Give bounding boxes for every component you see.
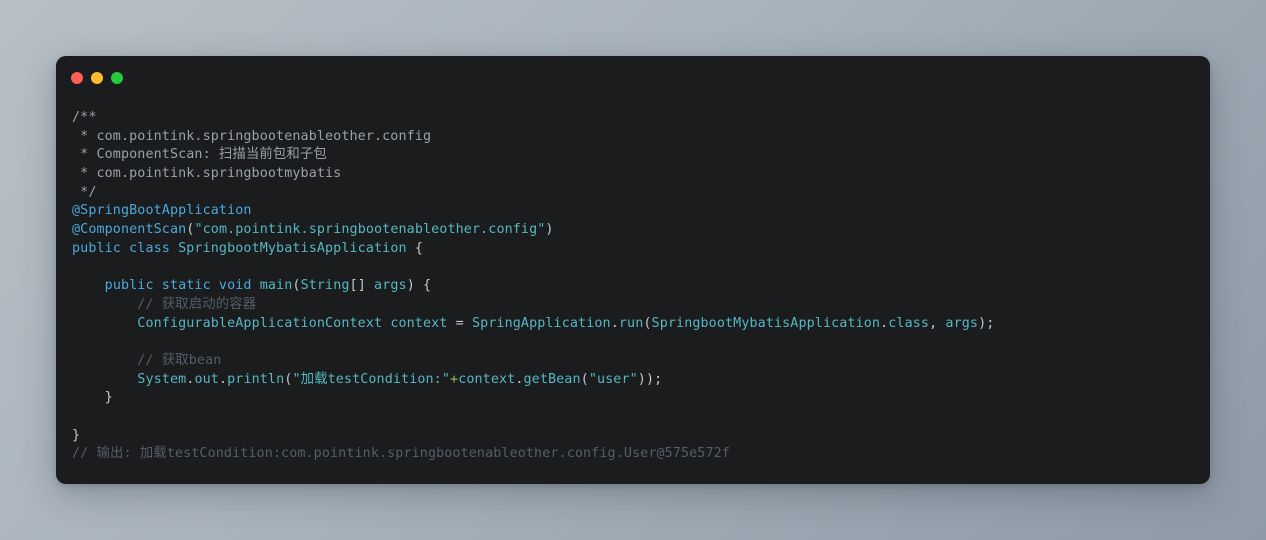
code-token-id: args — [374, 278, 407, 294]
code-token-id: String — [300, 278, 350, 294]
code-token-pun: . — [218, 371, 228, 387]
code-token-pun — [72, 353, 137, 368]
code-token-id: System — [137, 371, 187, 387]
code-token-pun — [72, 316, 137, 331]
code-token-pun: , — [929, 315, 946, 331]
code-token-id: SpringbootMybatisApplication — [651, 315, 881, 331]
code-token-id: getBean — [523, 371, 581, 387]
code-line: // 获取启动的容器 — [72, 296, 1210, 315]
code-token-cmt: // 输出: 加载testCondition:com.pointink.spri… — [72, 446, 730, 462]
code-token-id: args — [945, 315, 979, 331]
code-token-ann: @SpringBootApplication — [72, 203, 252, 219]
code-token-str: "加载testCondition:" — [292, 371, 451, 387]
code-token-id: context — [458, 371, 516, 387]
code-token-doc: * ComponentScan: 扫描当前包和子包 — [72, 147, 327, 163]
code-line: } — [72, 427, 1210, 446]
traffic-light-buttons — [71, 72, 123, 84]
code-token-pun — [72, 278, 105, 293]
code-block[interactable]: /** * com.pointink.springbootenableother… — [56, 100, 1210, 484]
window-titlebar — [56, 56, 1210, 100]
code-token-pun: } — [72, 427, 81, 443]
code-token-pun: )); — [637, 371, 663, 387]
code-token-pun: . — [515, 371, 524, 387]
code-token-id: SpringApplication — [471, 315, 611, 331]
code-token-op: + — [450, 371, 459, 387]
code-line: System.out.println("加载testCondition:"+co… — [72, 371, 1210, 390]
code-token-pun: ) — [545, 222, 554, 238]
code-line: @SpringBootApplication — [72, 202, 1210, 221]
code-token-pun — [72, 372, 137, 387]
code-token-pun — [72, 297, 137, 312]
code-token-pun: ); — [978, 315, 995, 331]
code-token-id: run — [618, 315, 644, 331]
code-token-pun: [] — [349, 278, 375, 294]
code-token-pun: ) { — [406, 278, 432, 294]
code-token-pun: . — [610, 315, 619, 331]
maximize-button[interactable] — [111, 72, 123, 84]
code-token-doc: * com.pointink.springbootenableother.con… — [72, 128, 432, 144]
code-token-pun: ( — [643, 315, 652, 331]
code-token-pun: } — [72, 390, 113, 406]
code-line: } — [72, 389, 1210, 408]
code-line: * com.pointink.springbootmybatis — [72, 165, 1210, 184]
code-token-pun: { — [406, 240, 423, 256]
code-token-kw: public static void — [104, 278, 260, 294]
code-token-doc: * com.pointink.springbootmybatis — [72, 166, 342, 182]
code-line: // 输出: 加载testCondition:com.pointink.spri… — [72, 445, 1210, 464]
code-token-id: class — [888, 315, 930, 331]
code-line: */ — [72, 184, 1210, 203]
code-line: * com.pointink.springbootenableother.con… — [72, 128, 1210, 147]
code-token-str: "user" — [588, 371, 638, 387]
code-token-id: ConfigurableApplicationContext context — [137, 315, 456, 331]
code-token-kw: public class — [72, 240, 179, 256]
code-line: * ComponentScan: 扫描当前包和子包 — [72, 146, 1210, 165]
code-token-pun: = — [455, 315, 472, 331]
code-token-id: main — [259, 278, 293, 294]
code-line: public class SpringbootMybatisApplicatio… — [72, 240, 1210, 259]
code-token-id: SpringbootMybatisApplication — [178, 240, 407, 256]
minimize-button[interactable] — [91, 72, 103, 84]
code-token-id: println — [227, 371, 285, 387]
code-token-cmt: // 获取启动的容器 — [137, 296, 257, 312]
code-token-str: "com.pointink.springbootenableother.conf… — [194, 222, 546, 238]
code-line: ConfigurableApplicationContext context =… — [72, 315, 1210, 334]
code-line: public static void main(String[] args) { — [72, 277, 1210, 296]
code-token-pun: ( — [292, 278, 301, 294]
close-button[interactable] — [71, 72, 83, 84]
code-token-doc: /** — [72, 110, 97, 125]
code-line: // 获取bean — [72, 352, 1210, 371]
code-token-ann: @ComponentScan — [72, 222, 187, 238]
code-token-cmt: // 获取bean — [137, 352, 222, 368]
code-token-id: out — [194, 371, 219, 387]
code-window: /** * com.pointink.springbootenableother… — [56, 56, 1210, 484]
code-line: /** — [72, 109, 1210, 128]
code-token-pun: ( — [580, 371, 589, 387]
code-line: @ComponentScan("com.pointink.springboote… — [72, 221, 1210, 240]
code-token-doc: */ — [72, 184, 97, 200]
